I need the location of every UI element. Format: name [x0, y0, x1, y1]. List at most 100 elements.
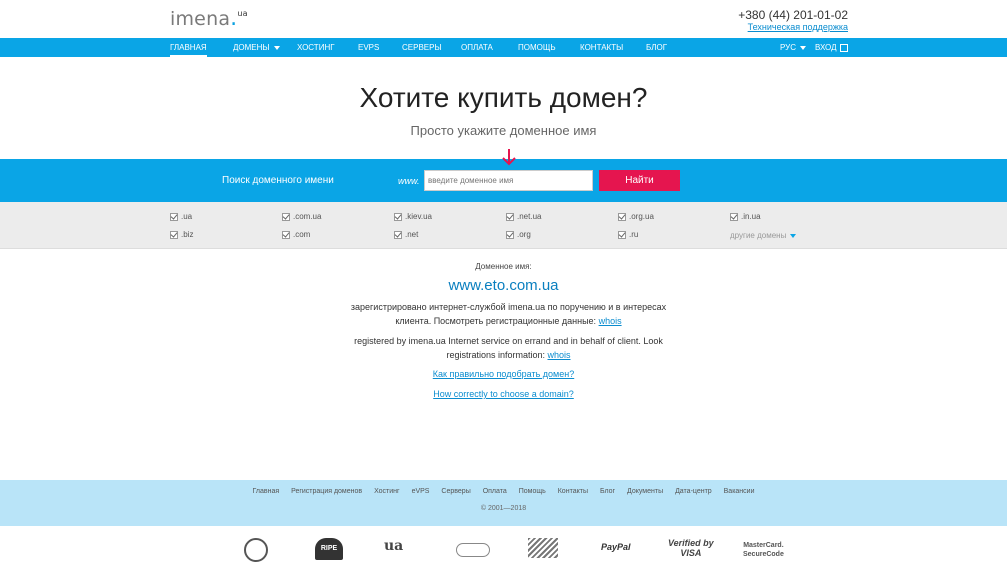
support-link[interactable]: Техническая поддержка [748, 22, 848, 32]
checkbox-icon [282, 212, 290, 221]
logo-dot-icon: . [230, 6, 238, 31]
tld-checkbox[interactable]: .in.ua [730, 211, 761, 222]
www-prefix: www. [398, 176, 420, 186]
tld-label: .in.ua [741, 212, 761, 221]
footer-link[interactable]: Оплата [483, 488, 507, 495]
nav-item-home[interactable]: ГЛАВНАЯ [170, 38, 207, 57]
search-label: Поиск доменного имени [222, 175, 334, 186]
gigatrans-logo-icon [528, 538, 558, 558]
info-text-en: registered by imena.ua Internet service … [347, 334, 670, 362]
login-button[interactable]: ВХОД [815, 38, 848, 57]
tld-checkbox[interactable]: .ru [618, 229, 638, 240]
verified-by-visa-logo-icon: Verified by VISA [668, 538, 714, 562]
choose-domain-link-ru[interactable]: Как правильно подобрать домен? [433, 369, 574, 379]
domain-search-input[interactable] [424, 170, 593, 191]
choose-domain-link-en[interactable]: How correctly to choose a domain? [433, 389, 574, 399]
checkbox-icon [170, 212, 178, 221]
tld-label: .net.ua [517, 212, 542, 221]
tld-checkbox[interactable]: .org [506, 229, 531, 240]
nav-item-hosting[interactable]: ХОСТИНГ [297, 38, 335, 57]
logo-tld: ua [237, 9, 248, 18]
checkbox-icon [282, 230, 290, 239]
tld-checkbox[interactable]: .com.ua [282, 211, 321, 222]
info-en-text: registered by imena.ua Internet service … [354, 336, 663, 360]
nav-item-contacts[interactable]: КОНТАКТЫ [580, 38, 623, 57]
footer-link[interactable]: Хостинг [374, 488, 400, 495]
tld-checkbox[interactable]: .biz [170, 229, 193, 240]
icann-logo-icon [244, 538, 268, 562]
footer-link[interactable]: Регистрация доменов [291, 488, 362, 495]
tld-label: .ru [629, 230, 639, 239]
checkbox-icon [730, 212, 738, 221]
footer-link[interactable]: Блог [600, 488, 615, 495]
visa-bottom-text: VISA [680, 548, 702, 558]
nav-item-evps[interactable]: eVPS [358, 38, 379, 57]
tld-checkbox[interactable]: .net [394, 229, 418, 240]
checkbox-icon [506, 230, 514, 239]
language-label: РУС [780, 43, 797, 52]
nav-label: ГЛАВНАЯ [170, 43, 207, 52]
page-title: Хотите купить домен? [359, 82, 648, 113]
site-logo[interactable]: imena. ua [170, 6, 248, 31]
login-label: ВХОД [815, 43, 837, 52]
footer-link[interactable]: Дата-центр [675, 488, 712, 495]
checkbox-icon [394, 230, 402, 239]
tld-checkbox[interactable]: .com [282, 229, 310, 240]
tld-checkbox[interactable]: .kiev.ua [394, 211, 432, 222]
footer-link[interactable]: Документы [627, 488, 663, 495]
ripe-logo-icon: RIPE [315, 538, 343, 560]
footer-link[interactable]: Контакты [558, 488, 588, 495]
checkbox-icon [618, 212, 626, 221]
checkbox-icon [170, 230, 178, 239]
checkbox-icon [618, 230, 626, 239]
other-domains-label: другие домены [730, 231, 787, 240]
ua-logo-icon: ua [384, 538, 404, 554]
login-icon [839, 43, 848, 52]
whois-link-ru[interactable]: whois [599, 316, 622, 326]
other-domains-toggle[interactable]: другие домены [730, 231, 797, 240]
paypal-logo-icon: PayPal [601, 542, 631, 552]
tld-label: .net [405, 230, 419, 239]
tld-checkbox[interactable]: .org.ua [618, 211, 654, 222]
nav-item-domains[interactable]: ДОМЕНЫ [233, 38, 280, 57]
footer-links: Главная Регистрация доменов Хостинг eVPS… [0, 488, 1007, 495]
footer-link[interactable]: Серверы [441, 488, 470, 495]
footer-link[interactable]: Главная [252, 488, 279, 495]
nav-label: БЛОГ [646, 43, 668, 52]
footer-link[interactable]: eVPS [412, 488, 430, 495]
nav-label: ХОСТИНГ [297, 43, 335, 52]
nav-label: СЕРВЕРЫ [402, 43, 442, 52]
top-header: imena. ua +380 (44) 201-01-02 Техническая… [0, 0, 1007, 38]
info-text-ru: зарегистрировано интернет-службой imena.… [347, 300, 670, 328]
mc-top-text: MasterCard. [743, 542, 784, 549]
chevron-down-icon [790, 233, 797, 238]
choose-domain-en: How correctly to choose a domain? [0, 389, 1007, 399]
tld-label: .com.ua [293, 212, 322, 221]
phone-number: +380 (44) 201-01-02 [738, 8, 848, 22]
nav-item-blog[interactable]: БЛОГ [646, 38, 667, 57]
footer-link[interactable]: Помощь [519, 488, 546, 495]
whois-link-en[interactable]: whois [548, 350, 571, 360]
tld-label: .biz [181, 230, 194, 239]
search-button[interactable]: Найти [599, 170, 680, 191]
tld-label: .org [517, 230, 531, 239]
choose-domain-ru: Как правильно подобрать домен? [0, 369, 1007, 379]
tld-checkbox[interactable]: .net.ua [506, 211, 541, 222]
nav-label: ДОМЕНЫ [233, 43, 270, 52]
mc-bottom-text: SecureCode [743, 551, 784, 558]
language-selector[interactable]: РУС [780, 38, 807, 57]
nav-item-payment[interactable]: ОПЛАТА [461, 38, 493, 57]
tld-checkbox[interactable]: .ua [170, 211, 192, 222]
tld-label: .kiev.ua [405, 212, 432, 221]
chevron-down-icon [800, 45, 807, 50]
tld-label: .ua [181, 212, 193, 221]
footer-link[interactable]: Вакансии [724, 488, 755, 495]
checkbox-icon [394, 212, 402, 221]
domain-name: www.eto.com.ua [448, 277, 559, 294]
partner-logos: RIPE ua PayPal Verified by VISA MasterCa… [0, 526, 1007, 572]
logo-text: imena [170, 8, 231, 30]
copyright: © 2001—2018 [480, 505, 527, 512]
nav-item-help[interactable]: ПОМОЩЬ [518, 38, 556, 57]
nav-item-servers[interactable]: СЕРВЕРЫ [402, 38, 442, 57]
tld-label: .org.ua [629, 212, 654, 221]
